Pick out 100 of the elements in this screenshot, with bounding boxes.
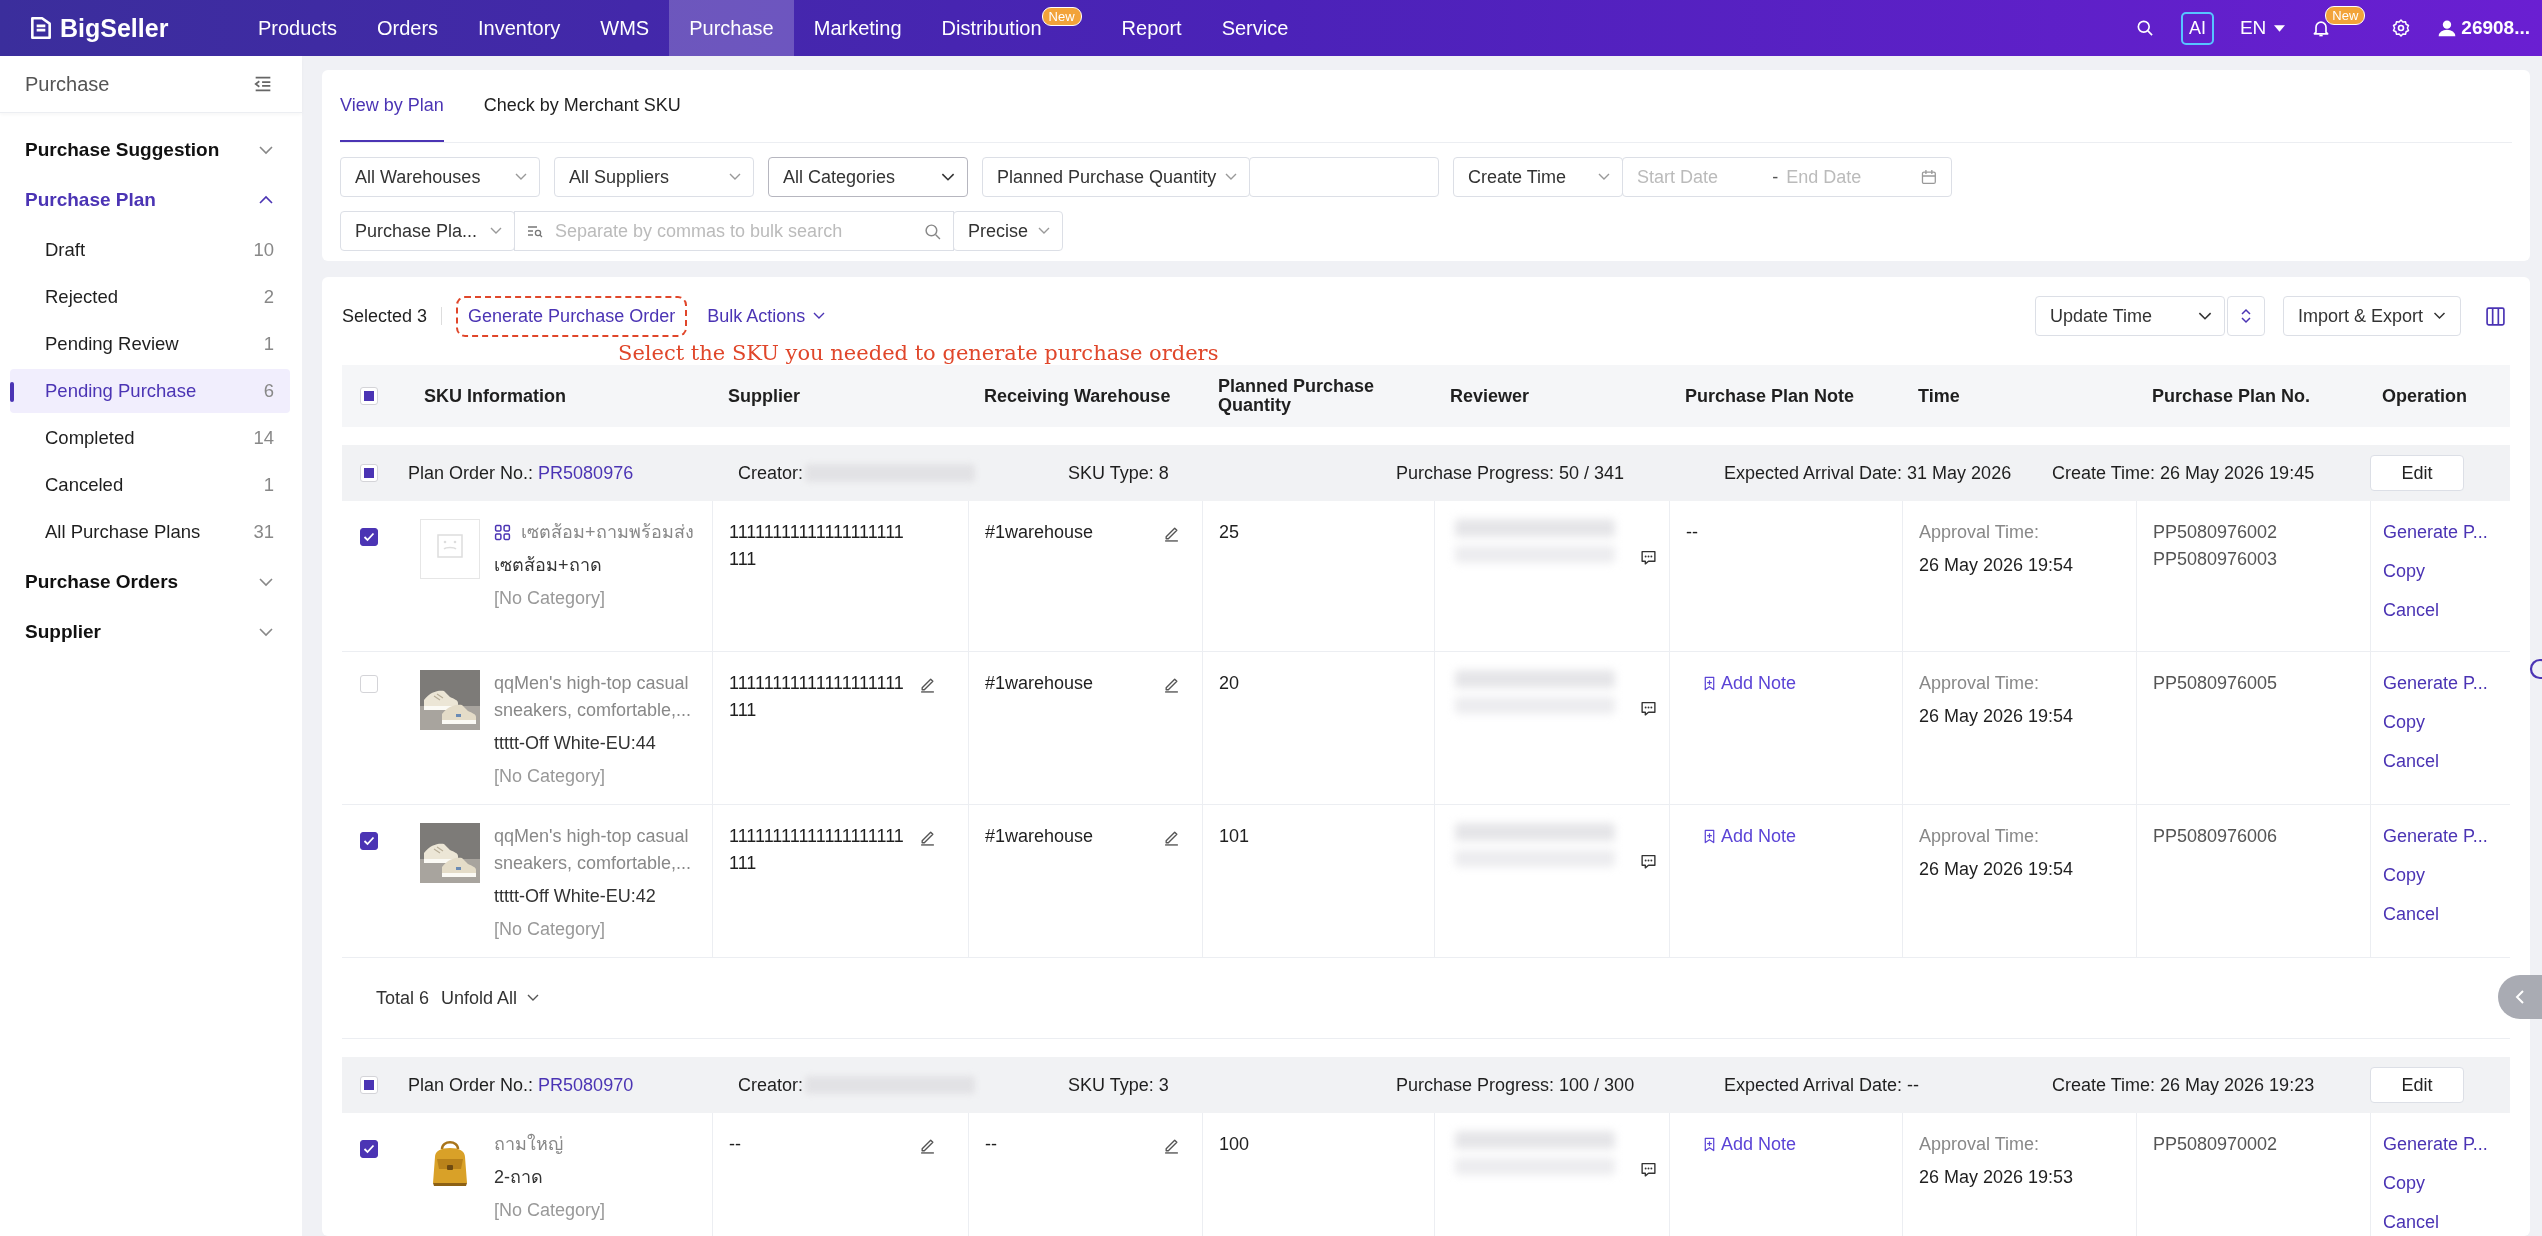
chevron-down-icon — [527, 994, 540, 1002]
sku-type: SKU Type: 3 — [1068, 1074, 1169, 1096]
category: [No Category] — [494, 765, 607, 788]
variant-name: ttttt-Off White-EU:44 — [494, 732, 657, 755]
comment-icon[interactable] — [1640, 1161, 1657, 1178]
comment-icon[interactable] — [1640, 853, 1657, 870]
supplier-select[interactable]: All Suppliers — [554, 157, 754, 197]
date-range-field[interactable]: Start Date - End Date — [1622, 157, 1952, 197]
column-header: Operation — [2382, 385, 2467, 407]
action-link[interactable]: Cancel — [2383, 597, 2500, 624]
edit-button[interactable]: Edit — [2370, 455, 2464, 491]
add-note-link[interactable]: Add Note — [1702, 1131, 1797, 1158]
sort-order-button[interactable] — [2226, 296, 2265, 336]
search-icon[interactable] — [924, 222, 941, 240]
sidebar-item[interactable]: Completed 14 — [10, 416, 290, 460]
bulk-actions-dropdown[interactable]: Bulk Actions — [707, 305, 826, 327]
supplier-name: 11111111111111111111111 — [729, 825, 905, 875]
action-link[interactable]: Copy — [2383, 558, 2500, 585]
list-search-icon[interactable] — [527, 223, 543, 239]
language-selector[interactable]: EN — [2239, 17, 2286, 39]
sidebar-item[interactable]: All Purchase Plans 31 — [10, 510, 290, 554]
import-export-button[interactable]: Import & Export — [2282, 296, 2461, 336]
action-link[interactable]: Copy — [2383, 1170, 2500, 1197]
nav-item[interactable]: Inventory — [458, 0, 581, 56]
grid-icon — [494, 524, 511, 541]
user-id[interactable]: 26908... — [2461, 17, 2530, 39]
add-note-link[interactable]: Add Note — [1702, 823, 1797, 850]
row-checkbox[interactable] — [360, 832, 378, 850]
settings-icon[interactable] — [2391, 18, 2412, 38]
group-checkbox[interactable] — [360, 1076, 378, 1094]
group-checkbox[interactable] — [360, 464, 378, 482]
nav-item[interactable]: Distribution New — [921, 0, 1102, 56]
warehouse-name: -- — [985, 1133, 998, 1156]
new-badge: New — [1041, 6, 1082, 26]
column-header: SKU Information — [424, 385, 566, 407]
action-link[interactable]: Copy — [2383, 709, 2500, 736]
time-type-select[interactable]: Create Time — [1453, 157, 1623, 197]
action-link[interactable]: Generate P... — [2383, 823, 2500, 850]
sidebar-item[interactable]: Pending Review 1 — [10, 322, 290, 366]
check-icon — [363, 532, 375, 542]
plan-order-link[interactable]: PR5080976 — [538, 462, 634, 484]
quantity-type-select[interactable]: Planned Purchase Quantity — [982, 157, 1250, 197]
sidebar-item[interactable]: Pending Purchase 6 — [10, 369, 290, 413]
sidebar-item[interactable]: Rejected 2 — [10, 275, 290, 319]
quantity-input[interactable] — [1249, 157, 1439, 197]
action-link[interactable]: Generate P... — [2383, 519, 2500, 546]
edit-icon[interactable] — [919, 1137, 936, 1154]
edit-icon[interactable] — [919, 676, 936, 693]
action-link[interactable]: Copy — [2383, 862, 2500, 889]
sidebar-item[interactable]: Draft 10 — [10, 228, 290, 272]
unfold-all-button[interactable]: Unfold All — [441, 987, 540, 1009]
chevron-up-icon — [258, 195, 274, 205]
category-select[interactable]: All Categories — [768, 157, 968, 197]
action-link[interactable]: Cancel — [2383, 1209, 2500, 1236]
nav-item[interactable]: WMS — [580, 0, 670, 56]
edit-icon[interactable] — [1163, 525, 1180, 542]
total-count: Total 6 — [376, 987, 430, 1009]
product-title: ถามใหญ่ — [494, 1132, 563, 1156]
match-mode-select[interactable]: Precise — [953, 211, 1063, 251]
action-link[interactable]: Cancel — [2383, 748, 2500, 775]
nav-item[interactable]: Marketing — [793, 0, 922, 56]
sidebar-section[interactable]: Purchase Orders — [0, 557, 302, 607]
edit-button[interactable]: Edit — [2370, 1067, 2464, 1103]
nav-item[interactable]: Service — [1201, 0, 1309, 56]
nav-item[interactable]: Report — [1101, 0, 1202, 56]
view-tab[interactable]: View by Plan — [340, 70, 444, 142]
generate-purchase-order-link[interactable]: Generate Purchase Order — [456, 295, 688, 337]
edit-icon[interactable] — [919, 829, 936, 846]
sidebar-item[interactable]: Canceled 1 — [10, 463, 290, 507]
row-checkbox[interactable] — [360, 528, 378, 546]
edit-icon[interactable] — [1163, 1137, 1180, 1154]
columns-icon[interactable] — [2485, 305, 2506, 327]
search-type-select[interactable]: Purchase Pla... — [340, 211, 515, 251]
action-link[interactable]: Generate P... — [2383, 670, 2500, 697]
search-field[interactable]: Separate by commas to bulk search — [514, 211, 954, 251]
action-link[interactable]: Generate P... — [2383, 1131, 2500, 1158]
sidebar-section[interactable]: Purchase Suggestion — [0, 125, 302, 175]
select-all-checkbox[interactable] — [360, 387, 378, 405]
edit-icon[interactable] — [1163, 829, 1180, 846]
supplier-name: -- — [729, 1133, 742, 1156]
add-note-link[interactable]: Add Note — [1702, 670, 1797, 697]
nav-item[interactable]: Orders — [356, 0, 459, 56]
expected-arrival-date: Expected Arrival Date: -- — [1724, 1074, 1920, 1096]
ai-button[interactable]: AI — [2180, 11, 2214, 45]
nav-item[interactable]: Products — [238, 0, 357, 56]
view-tab[interactable]: Check by Merchant SKU — [483, 70, 681, 142]
category: [No Category] — [494, 1199, 606, 1222]
user-icon[interactable] — [2437, 18, 2458, 38]
sidebar-section[interactable]: Purchase Plan — [0, 175, 302, 225]
comment-icon[interactable] — [1640, 700, 1657, 717]
edit-icon[interactable] — [1163, 676, 1180, 693]
action-link[interactable]: Cancel — [2383, 901, 2500, 928]
plan-order-link[interactable]: PR5080970 — [538, 1074, 634, 1096]
nav-item[interactable]: Purchase — [669, 0, 794, 56]
row-checkbox[interactable] — [360, 1140, 378, 1158]
chevron-down-icon — [813, 312, 826, 320]
sort-field-select[interactable]: Update Time — [2034, 296, 2225, 336]
sidebar-section[interactable]: Supplier — [0, 607, 302, 657]
comment-icon[interactable] — [1640, 549, 1657, 566]
warehouse-select[interactable]: All Warehouses — [340, 157, 540, 197]
